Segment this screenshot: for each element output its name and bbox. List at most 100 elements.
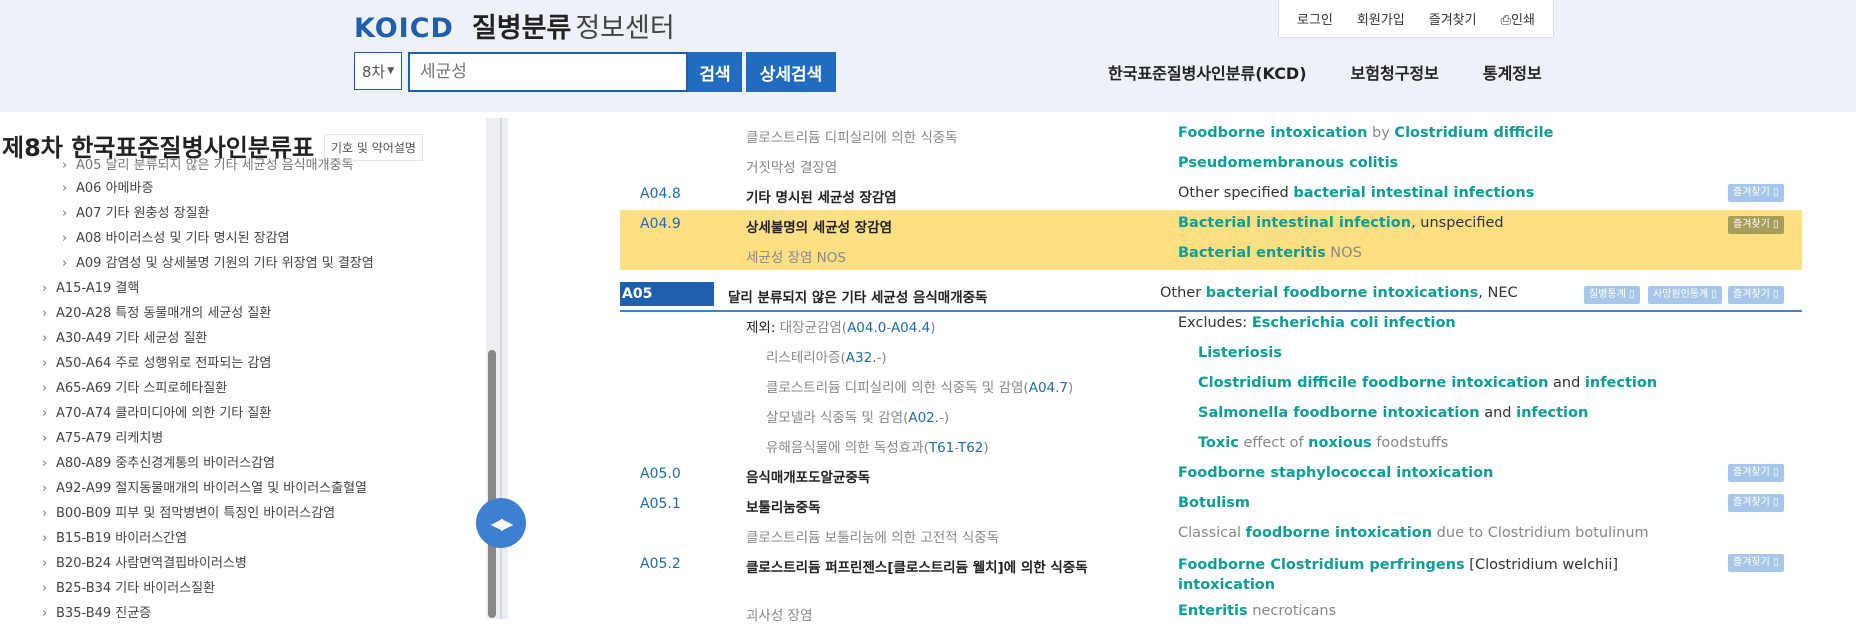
- advanced-search-button[interactable]: 상세검색: [746, 52, 836, 92]
- login-link[interactable]: 로그인: [1297, 9, 1333, 28]
- tree-scroll-thumb[interactable]: [488, 350, 496, 618]
- tree-item-a80-a89[interactable]: › A80-A89 중추신경계통의 바이러스감염: [42, 452, 275, 471]
- tree-item-a50-a64[interactable]: › A50-A64 주로 성행위로 전파되는 감염: [42, 352, 271, 371]
- tree-item-a15-a19[interactable]: › A15-A19 결핵: [42, 277, 139, 296]
- code-link[interactable]: A32.: [846, 350, 877, 366]
- favorite-button[interactable]: 즐겨찾기 ▯: [1728, 464, 1784, 482]
- tree-item-a06[interactable]: › A06 아메바증: [62, 177, 153, 196]
- code-link[interactable]: A04.0: [847, 320, 886, 336]
- row-kr-name: 상세불명의 세균성 장감염: [746, 220, 893, 236]
- tree-item-b20-b24[interactable]: › B20-B24 사람면역결핍바이러스병: [42, 552, 247, 571]
- term-link[interactable]: Escherichia coli infection: [1252, 315, 1456, 331]
- tree-item-a70-a74[interactable]: › A70-A74 클라미디아에 의한 기타 질환: [42, 402, 271, 421]
- search-bar: 8차▼ 검색 상세검색: [354, 52, 836, 92]
- nav-insurance[interactable]: 보험청구정보: [1351, 60, 1439, 84]
- tree-item-b15-b19[interactable]: › B15-B19 바이러스간염: [42, 527, 187, 546]
- term-link[interactable]: bacterial foodborne intoxications: [1206, 285, 1478, 301]
- print-link[interactable]: ⎙인쇄: [1501, 9, 1535, 28]
- panel-resize-handle[interactable]: ◀▶: [476, 498, 526, 548]
- tree-item-a20-a28[interactable]: › A20-A28 특정 동물매개의 세균성 질환: [42, 302, 271, 321]
- site-logo[interactable]: KOICD 질병분류 정보센터: [354, 6, 675, 44]
- search-input[interactable]: [408, 52, 688, 92]
- row-en-name: Foodborne Clostridium perfringens [Clost…: [1178, 555, 1618, 595]
- term-link[interactable]: Listeriosis: [1198, 345, 1282, 361]
- row-code[interactable]: A05.0: [640, 466, 681, 482]
- term-link[interactable]: Toxic: [1198, 435, 1239, 451]
- favorites-link[interactable]: 즐겨찾기: [1429, 9, 1477, 28]
- tree-item-label: A15-A19 결핵: [56, 281, 140, 296]
- term-link[interactable]: Pseudomembranous colitis: [1178, 155, 1398, 171]
- row-code[interactable]: A05.2: [640, 556, 681, 572]
- tree-item-label: A06 아메바증: [76, 181, 154, 196]
- term-link[interactable]: intoxication: [1178, 577, 1275, 593]
- utility-menu: 로그인 회원가입 즐겨찾기 ⎙인쇄: [1278, 0, 1554, 38]
- row-code[interactable]: A04.8: [640, 186, 681, 202]
- tree-item-a30-a49[interactable]: › A30-A49 기타 세균성 질환: [42, 327, 207, 346]
- table-row-exclusion: 리스테리아증(A32.-) Listeriosis: [620, 340, 1802, 370]
- favorite-button[interactable]: 즐겨찾기 ▯: [1728, 216, 1784, 234]
- term-link[interactable]: Bacterial intestinal infection: [1178, 215, 1411, 231]
- tree-item-b25-b34[interactable]: › B25-B34 기타 바이러스질환: [42, 577, 215, 596]
- header-band: [0, 0, 1856, 112]
- chevron-right-icon: ›: [42, 356, 48, 371]
- code-link[interactable]: T62: [958, 440, 983, 456]
- row-kr-name: 클로스트리듐 디피실리에 의한 식중독: [746, 130, 958, 146]
- badge-label: 질병통계: [1589, 289, 1626, 300]
- term-link[interactable]: bacterial intestinal infections: [1293, 185, 1534, 201]
- favorite-button[interactable]: 즐겨찾기 ▯: [1728, 286, 1784, 304]
- signup-link[interactable]: 회원가입: [1357, 9, 1405, 28]
- term-link[interactable]: foodborne intoxication: [1246, 525, 1432, 541]
- nav-kcd[interactable]: 한국표준질병사인분류(KCD): [1108, 60, 1307, 84]
- tree-item-a05[interactable]: › A05 달리 분류되지 않은 기타 세균성 음식매개중독: [62, 154, 353, 173]
- term-link[interactable]: infection: [1585, 375, 1657, 391]
- term-link[interactable]: Bacterial enteritis: [1178, 245, 1326, 261]
- term-link[interactable]: Enteritis: [1178, 603, 1248, 619]
- table-row: 괴사성 장염 Enteritis necroticans: [620, 598, 1802, 628]
- row-kr-name: 클로스트리듐 보툴리눔에 의한 고전적 식중독: [746, 530, 1000, 546]
- code-link[interactable]: A04.7: [1029, 380, 1068, 396]
- tree-item-label: A09 감염성 및 상세불명 기원의 기타 위장염 및 결장염: [76, 256, 374, 271]
- tree-item-label: B20-B24 사람면역결핍바이러스병: [56, 556, 247, 571]
- term-text: Classical: [1178, 525, 1246, 541]
- tree-item-label: A07 기타 원충성 장질환: [76, 206, 210, 221]
- term-link[interactable]: Salmonella foodborne intoxication: [1198, 405, 1480, 421]
- row-en-name: Botulism: [1178, 495, 1250, 511]
- code-link[interactable]: A02.: [908, 410, 939, 426]
- term-link[interactable]: Foodborne intoxication: [1178, 125, 1367, 141]
- tree-item-a09[interactable]: › A09 감염성 및 상세불명 기원의 기타 위장염 및 결장염: [62, 252, 374, 271]
- death-stat-button[interactable]: 사망원인통계 ▯: [1648, 286, 1722, 304]
- favorite-button[interactable]: 즐겨찾기 ▯: [1728, 494, 1784, 512]
- term-link[interactable]: noxious: [1308, 435, 1372, 451]
- tree-item-a07[interactable]: › A07 기타 원충성 장질환: [62, 202, 210, 221]
- row-kr-name: 클로스트리듐 퍼프린젠스[클로스트리듐 웰치]에 의한 식중독: [746, 560, 1088, 576]
- tree-item-label: B35-B49 진균증: [56, 606, 152, 619]
- favorite-button[interactable]: 즐겨찾기 ▯: [1728, 184, 1784, 202]
- code-link[interactable]: T61: [929, 440, 954, 456]
- term-link[interactable]: Foodborne staphylococcal intoxication: [1178, 465, 1493, 481]
- version-select[interactable]: 8차 ▼: [354, 52, 402, 90]
- term-text: [Clostridium welchii]: [1464, 557, 1619, 573]
- tree-item-a65-a69[interactable]: › A65-A69 기타 스피로헤타질환: [42, 377, 227, 396]
- row-code[interactable]: A04.9: [640, 216, 681, 232]
- tree-item-a75-a79[interactable]: › A75-A79 리케치병: [42, 427, 163, 446]
- tree-item-b00-b09[interactable]: › B00-B09 피부 및 점막병변이 특징인 바이러스감염: [42, 502, 335, 521]
- term-text: 유해음식물에 의한 독성효과(: [766, 440, 929, 456]
- disease-stat-button[interactable]: 질병통계 ▯: [1584, 286, 1640, 304]
- term-link[interactable]: Botulism: [1178, 495, 1250, 511]
- term-link[interactable]: Clostridium difficile: [1394, 125, 1553, 141]
- tree-item-a08[interactable]: › A08 바이러스성 및 기타 명시된 장감염: [62, 227, 290, 246]
- tree-item-a92-a99[interactable]: › A92-A99 절지동물매개의 바이러스열 및 바이러스출혈열: [42, 477, 367, 496]
- favorite-button[interactable]: 즐겨찾기 ▯: [1728, 554, 1784, 572]
- badge-label: 즐겨찾기: [1733, 467, 1770, 478]
- code-link[interactable]: A04.4: [891, 320, 930, 336]
- term-link[interactable]: Clostridium difficile foodborne intoxica…: [1198, 375, 1548, 391]
- category-row-a05: A05 달리 분류되지 않은 기타 세균성 음식매개중독 Other bacte…: [620, 280, 1802, 312]
- nav-stats[interactable]: 통계정보: [1483, 60, 1542, 84]
- term-link[interactable]: infection: [1516, 405, 1588, 421]
- chevron-right-icon: ›: [62, 181, 68, 196]
- search-button[interactable]: 검색: [688, 52, 742, 92]
- row-code[interactable]: A05.1: [640, 496, 681, 512]
- term-link[interactable]: Foodborne Clostridium perfringens: [1178, 557, 1465, 573]
- category-code[interactable]: A05: [620, 282, 714, 306]
- tree-item-b35-b49[interactable]: › B35-B49 진균증: [42, 602, 151, 619]
